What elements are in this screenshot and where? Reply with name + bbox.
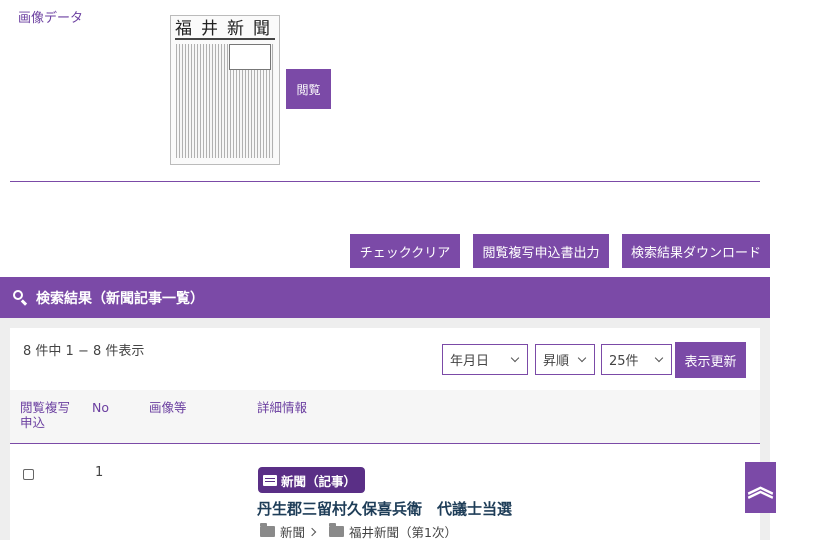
download-results-button[interactable]: 検索結果ダウンロード — [622, 234, 770, 268]
section-divider — [10, 181, 760, 182]
type-badge-label: 新聞（記事） — [281, 473, 357, 489]
breadcrumb: 新聞 福井新聞（第1次） — [260, 522, 457, 540]
folder-icon — [260, 523, 275, 537]
check-clear-button[interactable]: チェッククリア — [350, 234, 460, 268]
chevron-right-icon — [307, 527, 317, 536]
column-header-image: 画像等 — [149, 400, 187, 415]
results-title: 検索結果（新聞記事一覧） — [36, 290, 204, 307]
row-number: 1 — [95, 465, 104, 480]
sort-order-select[interactable]: 昇順 — [535, 344, 595, 375]
folder-icon — [329, 523, 345, 537]
table-header: 閲覧複写申込 No 画像等 詳細情報 — [10, 390, 760, 444]
breadcrumb-publication[interactable]: 福井新聞（第1次） — [349, 522, 457, 540]
newspaper-icon — [263, 474, 277, 486]
column-header-request: 閲覧複写申込 — [20, 400, 71, 430]
per-page-value: 25件 — [609, 354, 639, 369]
results-content: 8 件中 1 − 8 件表示 年月日 昇順 25件 表示更新 閲覧複写申込 No… — [10, 328, 760, 540]
column-header-detail: 詳細情報 — [257, 400, 308, 415]
view-button[interactable]: 閲覧 — [286, 69, 331, 109]
chevron-down-icon — [654, 353, 664, 363]
result-count: 8 件中 1 − 8 件表示 — [23, 344, 145, 359]
column-header-no: No — [92, 400, 109, 415]
article-title-link[interactable]: 丹生郡三留村久保喜兵衛 代議士当選 — [257, 498, 512, 519]
row-select-checkbox[interactable] — [23, 469, 34, 480]
image-data-label: 画像データ — [18, 11, 84, 26]
sort-key-select[interactable]: 年月日 — [442, 344, 528, 375]
scroll-to-top-button[interactable]: ︽ — [745, 462, 776, 513]
sort-key-value: 年月日 — [450, 354, 490, 369]
newspaper-ad-block — [229, 44, 271, 70]
type-badge: 新聞（記事） — [258, 467, 366, 493]
breadcrumb-category[interactable]: 新聞 — [280, 522, 305, 540]
results-panel: 8 件中 1 − 8 件表示 年月日 昇順 25件 表示更新 閲覧複写申込 No… — [0, 318, 770, 540]
results-header-bar: 検索結果（新聞記事一覧） — [0, 277, 770, 318]
newspaper-masthead: 福井新聞 — [175, 19, 279, 40]
search-icon — [12, 289, 30, 307]
chevron-down-icon — [577, 353, 587, 363]
per-page-select[interactable]: 25件 — [601, 344, 672, 375]
double-chevron-up-icon: ︽ — [747, 472, 774, 503]
chevron-down-icon — [510, 353, 520, 363]
update-display-button[interactable]: 表示更新 — [675, 342, 746, 378]
newspaper-thumbnail[interactable]: 福井新聞 — [170, 15, 280, 165]
request-form-output-button[interactable]: 閲覧複写申込書出力 — [473, 234, 609, 268]
sort-order-value: 昇順 — [543, 354, 570, 369]
